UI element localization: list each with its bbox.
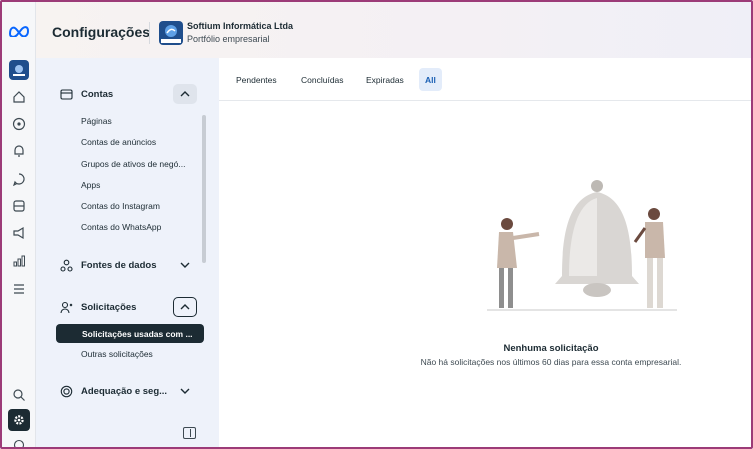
sidebar-section-label: Contas [81,88,114,100]
tab-expiradas[interactable]: Expiradas [360,68,410,91]
chat-icon[interactable] [8,168,30,190]
empty-state-subtitle: Não há solicitações nos últimos 60 dias … [420,357,682,367]
main-content: Pendentes Concluídas Expiradas All Nenhu… [219,58,751,447]
inbox-icon[interactable] [8,195,30,217]
sidebar-item-apps[interactable]: Apps [81,180,100,190]
business-logo-icon[interactable] [159,21,183,45]
settings-sidebar: Contas Páginas Contas de anúncios Grupos… [36,58,219,447]
sidebar-section-fontes-de-dados[interactable]: Fontes de dados [60,254,156,276]
megaphone-icon[interactable] [8,222,30,244]
chart-icon[interactable] [8,250,30,272]
tab-all[interactable]: All [419,68,442,91]
meta-logo-icon[interactable] [8,20,30,42]
sidebar-section-label: Fontes de dados [81,259,157,271]
gear-icon[interactable] [8,409,30,431]
sidebar-item-contas-do-whatsapp[interactable]: Contas do WhatsApp [81,222,161,232]
collapse-sidebar-icon[interactable] [183,427,196,439]
empty-state-title: Nenhuma solicitação [503,343,599,354]
bell-icon[interactable] [8,140,30,162]
sidebar-section-adequacao[interactable]: Adequação e seg... [60,380,167,402]
business-name[interactable]: Softium Informática Ltda [187,21,293,31]
chevron-down-icon [180,262,190,268]
collapse-solicitacoes-button[interactable] [173,297,197,317]
sidebar-item-solicitacoes-usadas[interactable]: Solicitações usadas com ... [56,324,204,343]
data-sources-icon [60,259,73,272]
chevron-down-icon [180,388,190,394]
sidebar-item-contas-de-anuncios[interactable]: Contas de anúncios [81,137,156,147]
app-frame: Configurações Softium Informática Ltda P… [0,0,753,449]
collapse-contas-button[interactable] [173,84,197,104]
menu-icon[interactable] [8,278,30,300]
sidebar-item-grupos-de-ativos[interactable]: Grupos de ativos de negó... [81,159,185,169]
sidebar-section-label: Solicitações [81,301,137,313]
business-avatar-icon[interactable] [9,60,29,80]
request-tabs: Pendentes Concluídas Expiradas All [219,58,751,101]
sidebar-item-outras-solicitacoes[interactable]: Outras solicitações [81,349,153,359]
sidebar-section-label: Adequação e seg... [81,385,168,397]
expand-fontes-button[interactable] [173,255,197,275]
sidebar-item-paginas[interactable]: Páginas [81,116,112,126]
sidebar-scrollbar[interactable] [202,115,206,263]
chevron-up-icon [180,304,190,310]
icon-rail [2,2,36,447]
home-icon[interactable] [8,86,30,108]
header-divider [149,22,150,44]
compass-icon[interactable] [8,113,30,135]
page-header: Configurações Softium Informática Ltda P… [36,2,751,58]
folder-icon [60,88,73,101]
page-title: Configurações [52,24,151,40]
chevron-up-icon [180,91,190,97]
business-subtitle: Portfólio empresarial [187,34,270,44]
sidebar-section-contas[interactable]: Contas [60,83,113,105]
help-icon[interactable] [8,434,30,447]
sidebar-item-contas-do-instagram[interactable]: Contas do Instagram [81,201,160,211]
tab-concluidas[interactable]: Concluídas [295,68,350,91]
sidebar-section-solicitacoes[interactable]: Solicitações [60,296,136,318]
expand-adequacao-button[interactable] [173,381,197,401]
tab-pendentes[interactable]: Pendentes [230,68,283,91]
empty-state-illustration [487,180,677,311]
search-icon[interactable] [8,384,30,406]
shield-icon [60,385,73,398]
user-request-icon [60,301,73,314]
